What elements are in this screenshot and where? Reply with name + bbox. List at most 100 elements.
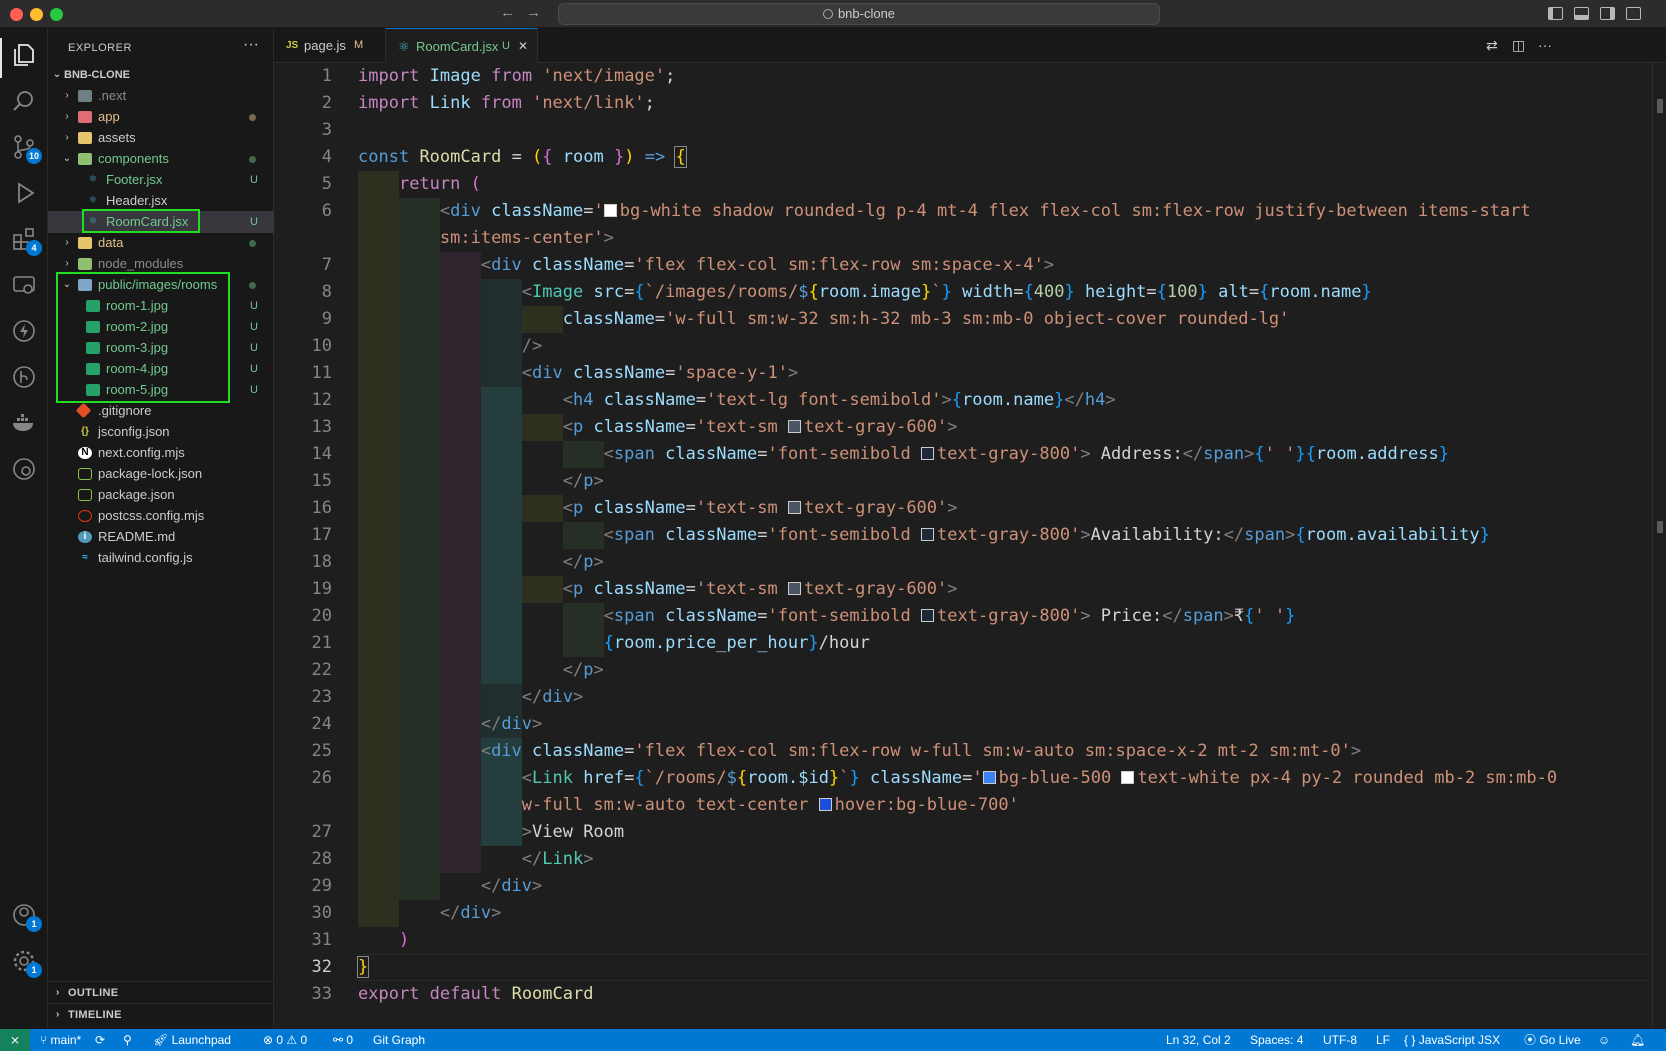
command-center-search[interactable]: bnb-clone	[558, 3, 1160, 25]
modified-dot	[249, 240, 256, 247]
tree-item-room-3[interactable]: room-3.jpg U	[48, 337, 274, 359]
remote-indicator-icon[interactable]: ⨯	[0, 1029, 30, 1051]
tree-item-components[interactable]: ⌄ components	[48, 148, 274, 170]
copilot-icon[interactable]: ☺	[1598, 1029, 1610, 1051]
search-icon[interactable]	[10, 88, 38, 116]
tree-item-assets[interactable]: › assets	[48, 127, 274, 149]
indentation-setting[interactable]: Spaces: 4	[1250, 1029, 1303, 1051]
tree-item-room-5[interactable]: room-5.jpg U	[48, 379, 274, 401]
customize-layout-icon[interactable]	[1626, 7, 1641, 20]
close-tab-icon[interactable]: ✕	[518, 29, 528, 64]
maximize-window-button[interactable]	[50, 8, 63, 21]
tree-item-gitignore[interactable]: .gitignore	[48, 400, 274, 422]
folder-icon	[78, 90, 92, 102]
toggle-panel-icon[interactable]	[1574, 7, 1589, 20]
tree-item-tailwind[interactable]: ≈ tailwind.config.js	[48, 547, 274, 569]
problems-indicator[interactable]: ⊗ 0 ⚠ 0	[263, 1029, 307, 1051]
code-line: <span className='font-semibold text-gray…	[603, 525, 1490, 545]
code-line: </p>	[562, 552, 604, 572]
scroll-thumb[interactable]	[1657, 99, 1663, 113]
run-debug-icon[interactable]	[10, 180, 38, 208]
tree-item-roomcard[interactable]: ⚛ RoomCard.jsx U	[48, 211, 274, 233]
gitlens-icon[interactable]	[10, 456, 38, 484]
braces-icon: { }	[1404, 1033, 1416, 1047]
tree-item-readme[interactable]: i README.md	[48, 526, 274, 548]
more-actions-icon[interactable]: ···	[243, 36, 259, 54]
close-window-button[interactable]	[10, 8, 23, 21]
code-line: }	[356, 956, 370, 978]
source-control-icon[interactable]: 10	[10, 134, 42, 164]
tree-item-app[interactable]: › app	[48, 106, 274, 128]
image-file-icon	[86, 300, 100, 312]
forward-arrow-icon[interactable]: →	[526, 4, 541, 21]
tailwind-icon: ≈	[82, 552, 88, 563]
project-folder[interactable]: ⌄ BNB-CLONE	[48, 64, 274, 86]
docker-icon[interactable]	[10, 410, 38, 438]
tree-item-header[interactable]: ⚛ Header.jsx	[48, 190, 274, 212]
sync-icon[interactable]: ⟳	[95, 1029, 105, 1051]
settings-gear-icon[interactable]: 1	[10, 948, 42, 978]
code-line: w-full sm:w-auto text-center hover:bg-bl…	[521, 795, 1019, 815]
tree-item-room-4[interactable]: room-4.jpg U	[48, 358, 274, 380]
tree-item-next[interactable]: › .next	[48, 85, 274, 107]
line-number: 23	[311, 687, 332, 707]
back-arrow-icon[interactable]: ←	[500, 4, 515, 21]
tree-item-node-modules[interactable]: › node_modules	[48, 253, 274, 275]
tree-item-footer[interactable]: ⚛ Footer.jsx U	[48, 169, 274, 191]
split-editor-icon[interactable]: ◫	[1512, 37, 1525, 54]
editor-scrollbar[interactable]	[1652, 63, 1666, 1029]
tree-item-package-lock[interactable]: package-lock.json	[48, 463, 274, 485]
tree-item-jsconfig[interactable]: {} jsconfig.json	[48, 421, 274, 443]
code-line: )	[398, 930, 410, 950]
tree-item-public-images-rooms[interactable]: ⌄ public/images/rooms	[48, 274, 274, 296]
tree-item-label: README.md	[98, 529, 176, 544]
toggle-sidebar-icon[interactable]	[1548, 7, 1563, 20]
tree-item-label: RoomCard.jsx	[106, 214, 189, 229]
eol-setting[interactable]: LF	[1376, 1029, 1390, 1051]
language-mode[interactable]: { } JavaScript JSX	[1404, 1029, 1500, 1051]
go-live-button[interactable]: ⦿ Go Live	[1524, 1029, 1581, 1051]
tree-item-package[interactable]: package.json	[48, 484, 274, 506]
remote-explorer-icon[interactable]	[10, 272, 38, 300]
toggle-secondary-sidebar-icon[interactable]	[1600, 7, 1615, 20]
cursor-position[interactable]: Ln 32, Col 2	[1166, 1029, 1231, 1051]
untracked-badge: U	[250, 216, 258, 228]
git-graph-icon[interactable]	[10, 364, 38, 392]
lightning-icon[interactable]	[10, 318, 38, 346]
chevron-right-icon: ›	[56, 1009, 60, 1020]
branch-indicator[interactable]: ⑂ main*	[40, 1029, 81, 1051]
line-number: 6	[321, 201, 332, 221]
explorer-icon[interactable]	[10, 42, 38, 70]
minimize-window-button[interactable]	[30, 8, 43, 21]
editor-tab-bar: JS page.js M ⚛ RoomCard.jsx U ✕ ⇄ ◫ ···	[274, 28, 1666, 63]
info-icon: i	[78, 531, 92, 543]
timeline-section[interactable]: › TIMELINE	[48, 1003, 274, 1025]
go-live-label: Go Live	[1539, 1033, 1581, 1047]
git-graph-button[interactable]: Git Graph	[373, 1029, 425, 1051]
publish-icon[interactable]: ⚲	[123, 1029, 132, 1051]
outline-section[interactable]: › OUTLINE	[48, 981, 274, 1003]
open-changes-icon[interactable]: ⇄	[1486, 37, 1498, 54]
more-actions-icon[interactable]: ···	[1538, 37, 1552, 53]
modified-dot	[249, 156, 256, 163]
tree-item-data[interactable]: › data	[48, 232, 274, 254]
notifications-bell-icon[interactable]: 🔔︎	[1630, 1029, 1645, 1051]
encoding-setting[interactable]: UTF-8	[1323, 1029, 1357, 1051]
accounts-icon[interactable]: 1	[10, 902, 42, 932]
chevron-right-icon: ›	[65, 90, 69, 101]
tree-item-next-config[interactable]: N next.config.mjs	[48, 442, 274, 464]
tab-page-js[interactable]: JS page.js M	[274, 28, 386, 63]
line-number: 18	[311, 552, 332, 572]
tree-item-room-2[interactable]: room-2.jpg U	[48, 316, 274, 338]
tree-item-room-1[interactable]: room-1.jpg U	[48, 295, 274, 317]
ports-indicator[interactable]: ⚯ 0	[333, 1029, 353, 1051]
launchpad-button[interactable]: 🚀︎ Launchpad	[153, 1029, 231, 1051]
tree-item-postcss[interactable]: postcss.config.mjs	[48, 505, 274, 527]
code-editor[interactable]: 1 2 3 4 5 6 7 8 9 10 11 12 13 14 15 16 17 18 19 20 21 22 23 24 2…	[274, 63, 1666, 1029]
code-line: <div className=' bg-white shadow rounded-…	[439, 201, 1531, 221]
extensions-icon[interactable]: 4	[10, 226, 42, 256]
folder-icon	[78, 237, 92, 249]
tab-roomcard-jsx[interactable]: ⚛ RoomCard.jsx U ✕	[386, 28, 538, 63]
untracked-badge: U	[502, 40, 510, 52]
code-line: <h4 className='text-lg font-semibold'>{r…	[562, 390, 1116, 410]
